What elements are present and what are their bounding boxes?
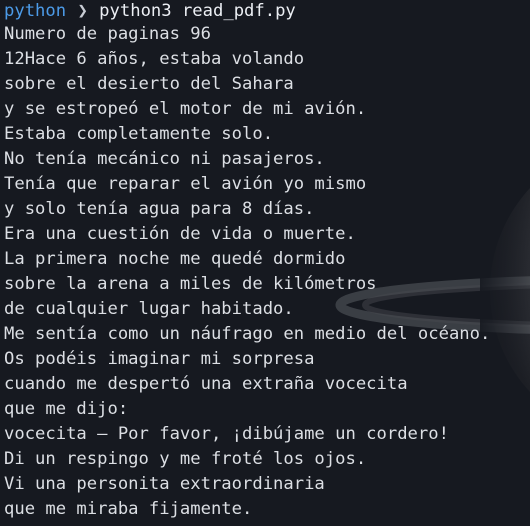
prompt-command: python3 read_pdf.py	[99, 1, 296, 21]
output-line: Numero de paginas 96	[4, 24, 211, 44]
output-line: Di un respingo y me froté los ojos.	[4, 449, 367, 469]
output-line: Tenía que reparar el avión yo mismo	[4, 174, 367, 194]
prompt-arrow-icon: ❯	[77, 1, 88, 21]
output-line: que me dijo:	[4, 399, 129, 419]
output-line: Me sentía como un náufrago en medio del …	[4, 324, 491, 344]
output-line: sobre el desierto del Sahara	[4, 74, 294, 94]
prompt-directory: python	[4, 1, 67, 21]
output-line: Vi una personita extraordinaria	[4, 474, 325, 494]
output-line: sobre la arena a miles de kilómetros	[4, 274, 377, 294]
output-line: La primera noche me quedé dormido	[4, 249, 346, 269]
command-prompt-line: python ❯ python3 read_pdf.py	[4, 0, 530, 22]
output-line: No tenía mecánico ni pasajeros.	[4, 149, 325, 169]
output-line: Os podéis imaginar mi sorpresa	[4, 349, 315, 369]
output-line: de cualquier lugar habitado.	[4, 299, 294, 319]
output-line: que me miraba fijamente.	[4, 499, 253, 519]
output-line: 12Hace 6 años, estaba volando	[4, 49, 305, 69]
output-line: Estaba completamente solo.	[4, 124, 274, 144]
output-line: y solo tenía agua para 8 días.	[4, 199, 315, 219]
output-line: Era una cuestión de vida o muerte.	[4, 224, 356, 244]
output-line: cuando me despertó una extraña vocecita	[4, 374, 408, 394]
terminal-window[interactable]: python ❯ python3 read_pdf.py Numero de p…	[0, 0, 530, 522]
output-line: vocecita — Por favor, ¡dibújame un corde…	[4, 424, 449, 444]
output-line: y se estropeó el motor de mi avión.	[4, 99, 367, 119]
